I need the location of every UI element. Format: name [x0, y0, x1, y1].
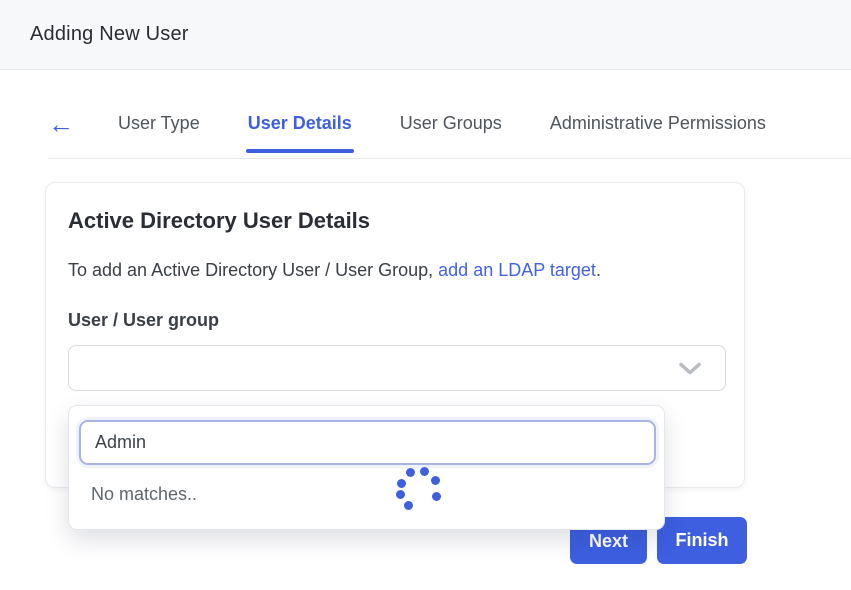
- tab-label: User Groups: [400, 113, 502, 134]
- page-title: Adding New User: [30, 23, 189, 46]
- description-text: To add an Active Directory User / User G…: [68, 260, 438, 280]
- finish-button[interactable]: Finish: [657, 517, 747, 564]
- user-group-select[interactable]: [68, 345, 726, 391]
- tab-user-details[interactable]: User Details: [248, 103, 352, 158]
- wizard-tabbar: ← User Type User Details User Groups Adm…: [48, 103, 851, 159]
- back-arrow-icon: ←: [48, 111, 74, 137]
- tab-label: User Type: [118, 113, 200, 134]
- chevron-down-icon: [679, 363, 701, 376]
- back-button[interactable]: ←: [48, 103, 86, 158]
- card-title: Active Directory User Details: [68, 208, 724, 234]
- tab-user-groups[interactable]: User Groups: [400, 103, 502, 158]
- tab-user-type[interactable]: User Type: [118, 103, 200, 158]
- user-group-dropdown-panel: No matches..: [68, 405, 665, 530]
- adding-new-user-page: Adding New User ← User Type User Details…: [0, 0, 851, 590]
- tab-administrative-permissions[interactable]: Administrative Permissions: [550, 103, 766, 158]
- no-matches-text: No matches..: [91, 484, 197, 505]
- user-group-field-label: User / User group: [68, 310, 724, 331]
- dropdown-results-row: No matches..: [69, 465, 664, 523]
- card-description: To add an Active Directory User / User G…: [68, 260, 724, 281]
- description-period: .: [596, 260, 601, 280]
- tab-label: Administrative Permissions: [550, 113, 766, 134]
- add-ldap-target-link[interactable]: add an LDAP target: [438, 260, 596, 280]
- page-header: Adding New User: [0, 0, 851, 70]
- dropdown-search-input[interactable]: [79, 420, 656, 465]
- loading-spinner-icon: [365, 465, 455, 523]
- tab-label: User Details: [248, 113, 352, 134]
